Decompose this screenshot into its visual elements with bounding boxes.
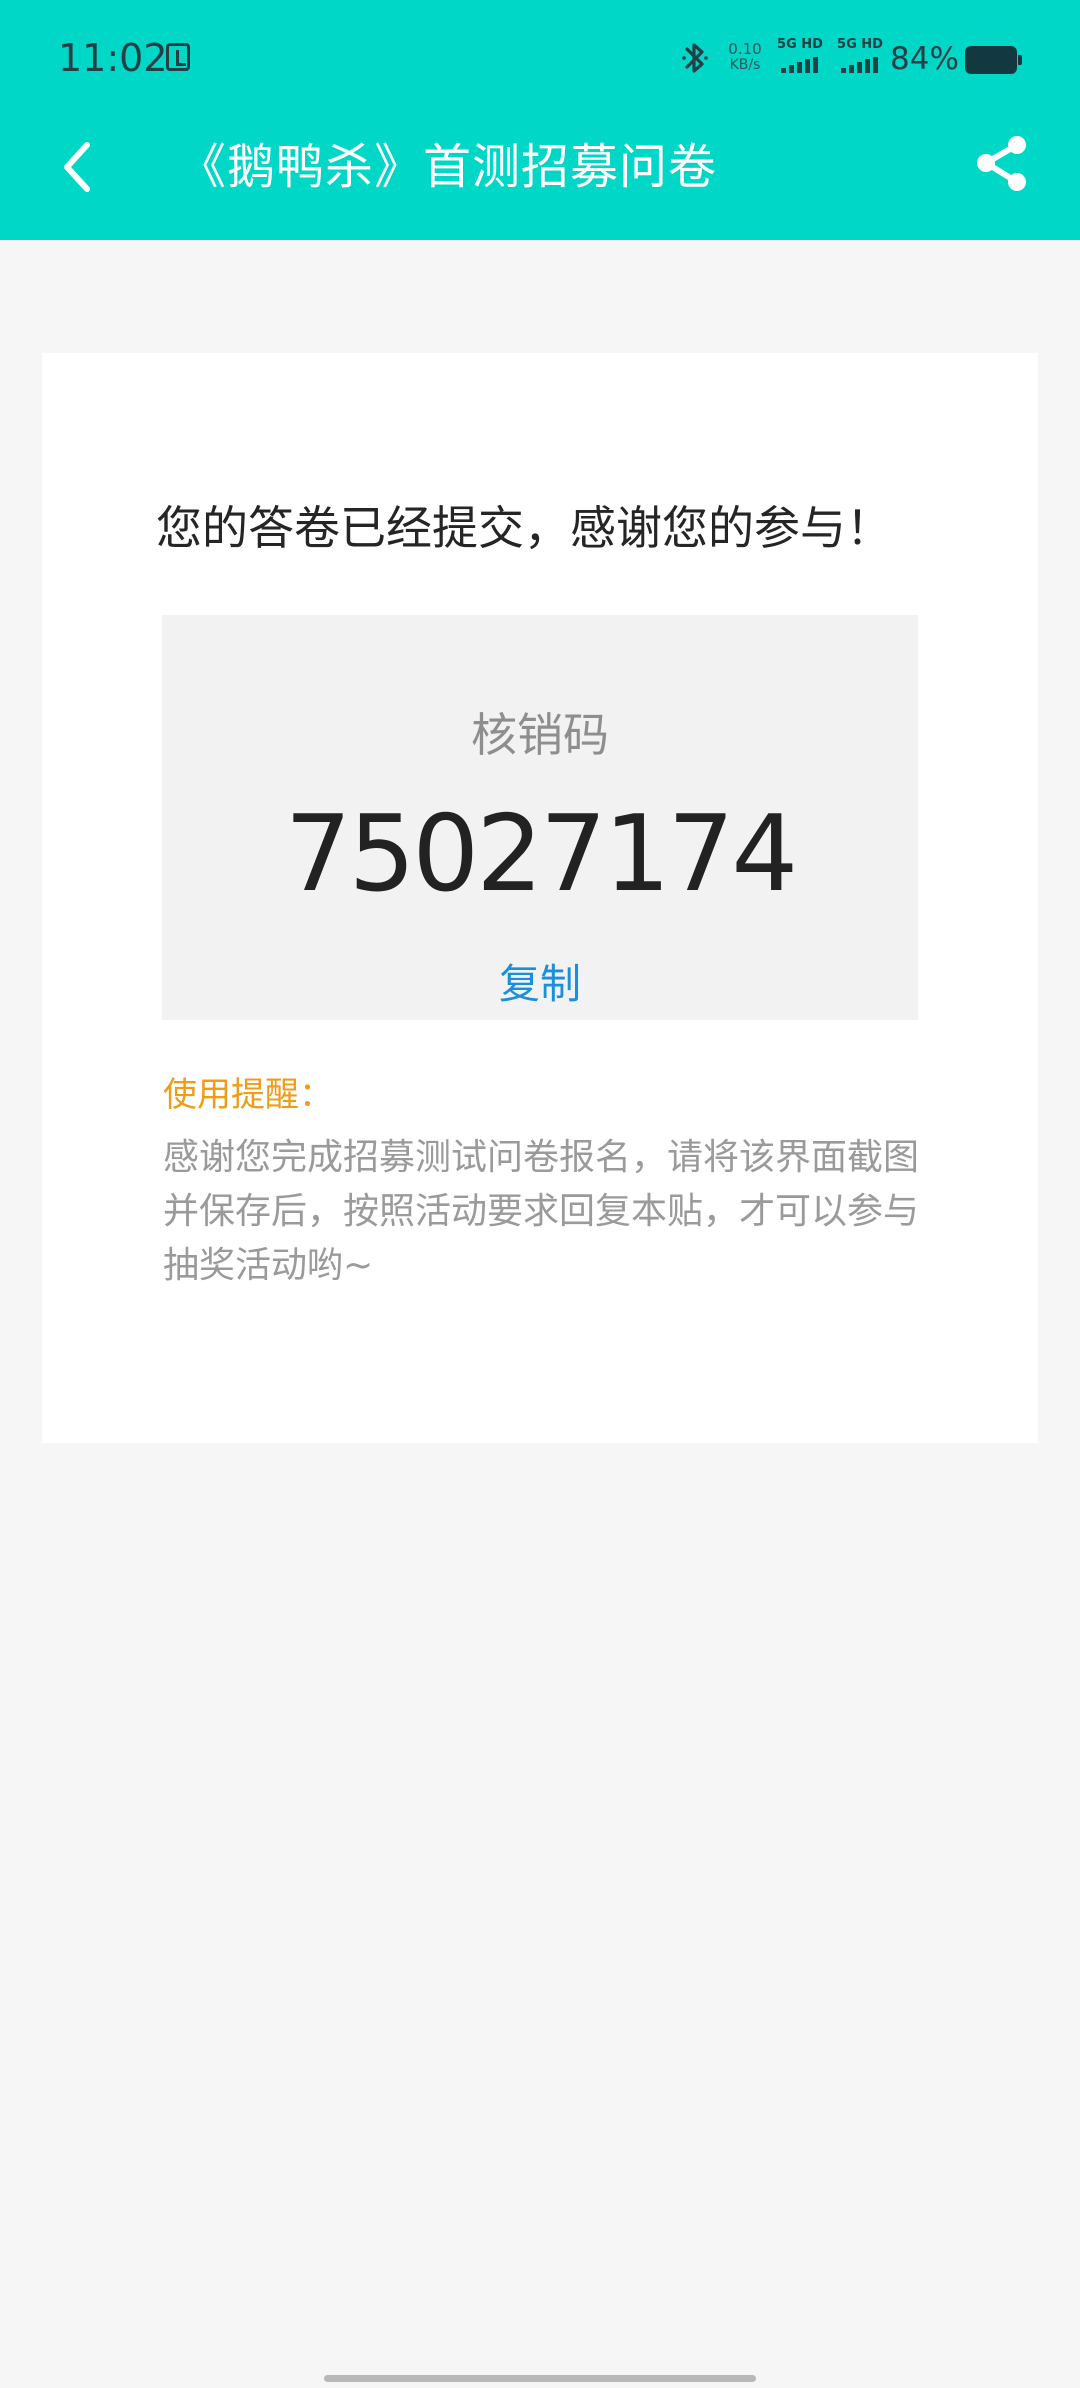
- verification-code-label: 核销码: [471, 708, 609, 762]
- page-title: 《鹅鸭杀》首测招募问卷: [178, 139, 718, 195]
- cell-signal-icon: [781, 57, 823, 73]
- notification-app-icon: [166, 43, 190, 71]
- share-icon: [977, 136, 1026, 191]
- verification-code: 75027174: [284, 793, 798, 915]
- battery-icon: [965, 46, 1022, 74]
- reminder-title: 使用提醒：: [163, 1075, 333, 1115]
- signal-label-1: 5G HD: [777, 37, 823, 52]
- status-bar: 11:02 0.10 KB/s 5G HD 5G HD 84%: [0, 0, 1080, 118]
- network-speed: 0.10 KB/s: [722, 41, 768, 77]
- signal-group-1: 5G HD: [772, 38, 828, 78]
- back-button[interactable]: [50, 137, 110, 197]
- navigation-bar: 《鹅鸭杀》首测招募问卷: [0, 118, 1080, 240]
- bluetooth-icon: [682, 43, 708, 73]
- network-speed-unit: KB/s: [729, 57, 761, 73]
- signal-group-2: 5G HD: [832, 38, 888, 78]
- back-chevron-icon: [64, 142, 90, 192]
- app-header: 11:02 0.10 KB/s 5G HD 5G HD 84% 《鹅鸭杀》首测招…: [0, 0, 1080, 240]
- reminder-line: 抽奖活动哟~: [163, 1245, 374, 1286]
- home-indicator[interactable]: [324, 2375, 756, 2382]
- reminder-text: 感谢您完成招募测试问卷报名，请将该界面截图 并保存后，按照活动要求回复本贴，才可…: [163, 1131, 923, 1293]
- status-time: 11:02: [58, 36, 168, 80]
- copy-button[interactable]: 复制: [465, 955, 615, 1013]
- battery-percentage: 84%: [890, 41, 959, 77]
- reminder-line: 感谢您完成招募测试问卷报名，请将该界面截图: [163, 1137, 920, 1178]
- share-button[interactable]: [970, 132, 1032, 194]
- signal-label-2: 5G HD: [837, 37, 883, 52]
- reminder-line: 并保存后，按照活动要求回复本贴，才可以参与: [163, 1191, 920, 1232]
- phone-screen: 11:02 0.10 KB/s 5G HD 5G HD 84% 《鹅鸭杀》首测招…: [0, 0, 1080, 2388]
- submission-message: 您的答卷已经提交，感谢您的参与！: [156, 501, 892, 555]
- cell-signal-icon: [841, 57, 883, 73]
- submission-card: 您的答卷已经提交，感谢您的参与！ 核销码 75027174 复制 使用提醒： 感…: [42, 353, 1038, 1443]
- network-speed-value: 0.10: [728, 40, 762, 58]
- verification-code-panel: 核销码 75027174 复制: [162, 615, 918, 1020]
